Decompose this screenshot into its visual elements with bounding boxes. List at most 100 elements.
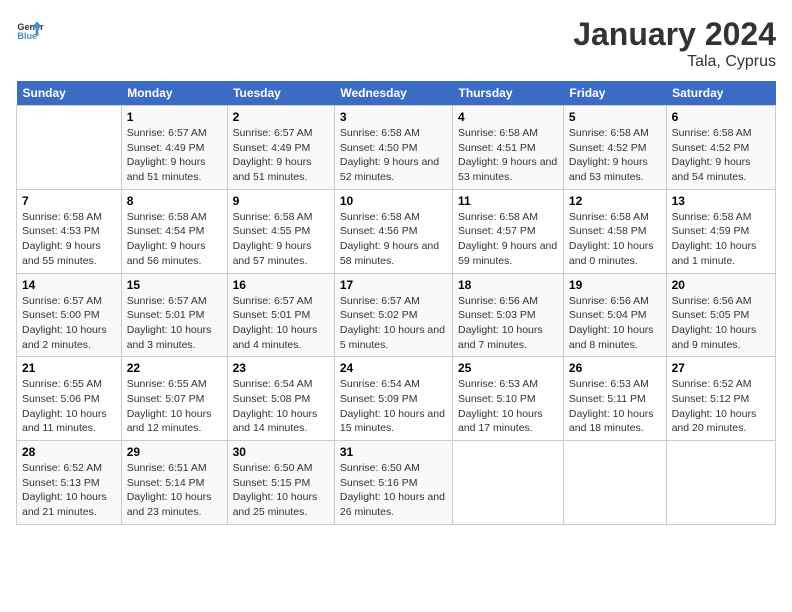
day-info: Sunrise: 6:57 AMSunset: 5:02 PMDaylight:… bbox=[340, 294, 447, 353]
day-cell bbox=[17, 106, 122, 190]
day-number: 16 bbox=[233, 278, 329, 292]
day-number: 25 bbox=[458, 361, 558, 375]
day-info: Sunrise: 6:54 AMSunset: 5:08 PMDaylight:… bbox=[233, 377, 329, 436]
day-cell: 8Sunrise: 6:58 AMSunset: 4:54 PMDaylight… bbox=[121, 189, 227, 273]
day-number: 31 bbox=[340, 445, 447, 459]
day-number: 9 bbox=[233, 194, 329, 208]
day-cell: 23 Sunrise: 6:54 AMSunset: 5:08 PMDayligh… bbox=[227, 357, 334, 441]
day-cell: 20Sunrise: 6:56 AMSunset: 5:05 PMDayligh… bbox=[666, 273, 775, 357]
day-info: Sunrise: 6:52 AMSunset: 5:13 PMDaylight:… bbox=[22, 461, 116, 520]
day-cell: 26 Sunrise: 6:53 AMSunset: 5:11 PMDayligh… bbox=[563, 357, 666, 441]
day-info: Sunrise: 6:50 AMSunset: 5:16 PMDaylight:… bbox=[340, 461, 447, 520]
header-cell-friday: Friday bbox=[563, 81, 666, 106]
day-number: 15 bbox=[127, 278, 222, 292]
day-number: 19 bbox=[569, 278, 661, 292]
day-info: Sunrise: 6:58 AMSunset: 4:52 PMDaylight:… bbox=[569, 126, 661, 185]
day-cell: 15 Sunrise: 6:57 AMSunset: 5:01 PMDayligh… bbox=[121, 273, 227, 357]
day-info: Sunrise: 6:54 AMSunset: 5:09 PMDaylight:… bbox=[340, 377, 447, 436]
day-info: Sunrise: 6:57 AMSunset: 5:01 PMDaylight:… bbox=[233, 294, 329, 353]
day-info: Sunrise: 6:58 AMSunset: 4:51 PMDaylight:… bbox=[458, 126, 558, 185]
day-number: 4 bbox=[458, 110, 558, 124]
main-title: January 2024 bbox=[573, 16, 776, 53]
day-cell: 24 Sunrise: 6:54 AMSunset: 5:09 PMDayligh… bbox=[334, 357, 452, 441]
day-cell: 27 Sunrise: 6:52 AMSunset: 5:12 PMDayligh… bbox=[666, 357, 775, 441]
day-cell: 25 Sunrise: 6:53 AMSunset: 5:10 PMDayligh… bbox=[453, 357, 564, 441]
day-cell: 9Sunrise: 6:58 AMSunset: 4:55 PMDaylight… bbox=[227, 189, 334, 273]
day-info: Sunrise: 6:58 AMSunset: 4:57 PMDaylight:… bbox=[458, 210, 558, 269]
day-cell: 10 Sunrise: 6:58 AMSunset: 4:56 PMDayligh… bbox=[334, 189, 452, 273]
day-cell: 7 Sunrise: 6:58 AMSunset: 4:53 PMDaylight… bbox=[17, 189, 122, 273]
day-number: 30 bbox=[233, 445, 329, 459]
day-info: Sunrise: 6:50 AMSunset: 5:15 PMDaylight:… bbox=[233, 461, 329, 520]
calendar-body: 1 Sunrise: 6:57 AMSunset: 4:49 PMDaylight… bbox=[17, 106, 776, 525]
day-number: 7 bbox=[22, 194, 116, 208]
week-row-3: 14Sunrise: 6:57 AMSunset: 5:00 PMDayligh… bbox=[17, 273, 776, 357]
day-number: 14 bbox=[22, 278, 116, 292]
day-cell: 30 Sunrise: 6:50 AMSunset: 5:15 PMDayligh… bbox=[227, 441, 334, 525]
day-cell: 28 Sunrise: 6:52 AMSunset: 5:13 PMDayligh… bbox=[17, 441, 122, 525]
header-cell-wednesday: Wednesday bbox=[334, 81, 452, 106]
day-number: 6 bbox=[672, 110, 770, 124]
day-cell: 21 Sunrise: 6:55 AMSunset: 5:06 PMDayligh… bbox=[17, 357, 122, 441]
day-cell: 4 Sunrise: 6:58 AMSunset: 4:51 PMDaylight… bbox=[453, 106, 564, 190]
header: General Blue January 2024 Tala, Cyprus bbox=[16, 16, 776, 71]
day-info: Sunrise: 6:57 AMSunset: 5:01 PMDaylight:… bbox=[127, 294, 222, 353]
day-number: 13 bbox=[672, 194, 770, 208]
day-number: 17 bbox=[340, 278, 447, 292]
calendar-table: SundayMondayTuesdayWednesdayThursdayFrid… bbox=[16, 81, 776, 525]
day-cell: 11Sunrise: 6:58 AMSunset: 4:57 PMDayligh… bbox=[453, 189, 564, 273]
day-cell: 14Sunrise: 6:57 AMSunset: 5:00 PMDayligh… bbox=[17, 273, 122, 357]
day-info: Sunrise: 6:58 AMSunset: 4:52 PMDaylight:… bbox=[672, 126, 770, 185]
day-number: 21 bbox=[22, 361, 116, 375]
day-info: Sunrise: 6:56 AMSunset: 5:03 PMDaylight:… bbox=[458, 294, 558, 353]
day-cell: 6 Sunrise: 6:58 AMSunset: 4:52 PMDaylight… bbox=[666, 106, 775, 190]
day-info: Sunrise: 6:55 AMSunset: 5:07 PMDaylight:… bbox=[127, 377, 222, 436]
day-number: 10 bbox=[340, 194, 447, 208]
day-cell bbox=[453, 441, 564, 525]
day-cell: 12Sunrise: 6:58 AMSunset: 4:58 PMDayligh… bbox=[563, 189, 666, 273]
week-row-1: 1 Sunrise: 6:57 AMSunset: 4:49 PMDaylight… bbox=[17, 106, 776, 190]
day-cell: 16 Sunrise: 6:57 AMSunset: 5:01 PMDayligh… bbox=[227, 273, 334, 357]
header-cell-thursday: Thursday bbox=[453, 81, 564, 106]
svg-text:Blue: Blue bbox=[17, 31, 37, 41]
day-info: Sunrise: 6:58 AMSunset: 4:59 PMDaylight:… bbox=[672, 210, 770, 269]
day-cell: 1Sunrise: 6:57 AMSunset: 4:49 PMDaylight… bbox=[121, 106, 227, 190]
day-info: Sunrise: 6:58 AMSunset: 4:53 PMDaylight:… bbox=[22, 210, 116, 269]
day-info: Sunrise: 6:53 AMSunset: 5:11 PMDaylight:… bbox=[569, 377, 661, 436]
header-cell-saturday: Saturday bbox=[666, 81, 775, 106]
day-info: Sunrise: 6:52 AMSunset: 5:12 PMDaylight:… bbox=[672, 377, 770, 436]
day-info: Sunrise: 6:56 AMSunset: 5:04 PMDaylight:… bbox=[569, 294, 661, 353]
day-number: 3 bbox=[340, 110, 447, 124]
day-cell: 5Sunrise: 6:58 AMSunset: 4:52 PMDaylight… bbox=[563, 106, 666, 190]
day-number: 28 bbox=[22, 445, 116, 459]
calendar-header-row: SundayMondayTuesdayWednesdayThursdayFrid… bbox=[17, 81, 776, 106]
title-area: January 2024 Tala, Cyprus bbox=[573, 16, 776, 71]
day-number: 18 bbox=[458, 278, 558, 292]
day-cell: 2 Sunrise: 6:57 AMSunset: 4:49 PMDaylight… bbox=[227, 106, 334, 190]
day-cell: 29Sunrise: 6:51 AMSunset: 5:14 PMDayligh… bbox=[121, 441, 227, 525]
header-cell-monday: Monday bbox=[121, 81, 227, 106]
day-number: 2 bbox=[233, 110, 329, 124]
day-number: 29 bbox=[127, 445, 222, 459]
week-row-4: 21 Sunrise: 6:55 AMSunset: 5:06 PMDayligh… bbox=[17, 357, 776, 441]
day-cell: 19 Sunrise: 6:56 AMSunset: 5:04 PMDayligh… bbox=[563, 273, 666, 357]
day-info: Sunrise: 6:58 AMSunset: 4:58 PMDaylight:… bbox=[569, 210, 661, 269]
day-info: Sunrise: 6:58 AMSunset: 4:56 PMDaylight:… bbox=[340, 210, 447, 269]
day-info: Sunrise: 6:55 AMSunset: 5:06 PMDaylight:… bbox=[22, 377, 116, 436]
logo: General Blue bbox=[16, 16, 44, 44]
header-cell-sunday: Sunday bbox=[17, 81, 122, 106]
day-info: Sunrise: 6:53 AMSunset: 5:10 PMDaylight:… bbox=[458, 377, 558, 436]
day-number: 23 bbox=[233, 361, 329, 375]
day-number: 24 bbox=[340, 361, 447, 375]
day-number: 26 bbox=[569, 361, 661, 375]
week-row-2: 7 Sunrise: 6:58 AMSunset: 4:53 PMDaylight… bbox=[17, 189, 776, 273]
subtitle: Tala, Cyprus bbox=[573, 53, 776, 71]
header-cell-tuesday: Tuesday bbox=[227, 81, 334, 106]
day-cell: 31 Sunrise: 6:50 AMSunset: 5:16 PMDayligh… bbox=[334, 441, 452, 525]
day-cell bbox=[666, 441, 775, 525]
day-info: Sunrise: 6:57 AMSunset: 4:49 PMDaylight:… bbox=[233, 126, 329, 185]
day-number: 27 bbox=[672, 361, 770, 375]
day-cell: 17 Sunrise: 6:57 AMSunset: 5:02 PMDayligh… bbox=[334, 273, 452, 357]
logo-icon: General Blue bbox=[16, 16, 44, 44]
day-number: 1 bbox=[127, 110, 222, 124]
